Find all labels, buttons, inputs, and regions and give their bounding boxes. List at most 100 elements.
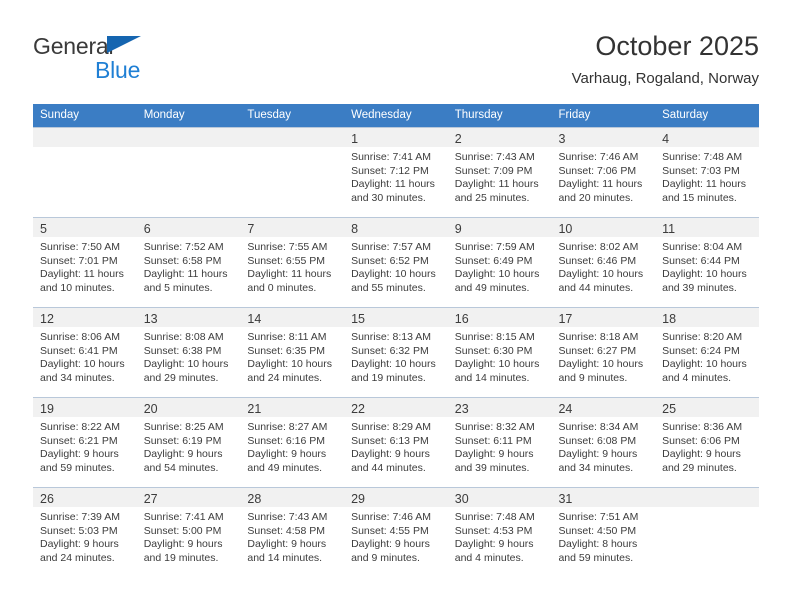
sunrise-text: Sunrise: 8:22 AM [40,421,120,433]
day-cell[interactable]: 22 Sunrise: 8:29 AM Sunset: 6:13 PM Dayligh… [344,397,448,488]
daylight-text-line1: Daylight: 11 hours [558,178,643,191]
day-cell[interactable] [240,127,345,218]
daylight-text-line1: Daylight: 9 hours [351,538,430,551]
sunset-text: Sunset: 6:41 PM [40,344,118,357]
daylight-text-line2: and 9 minutes. [558,371,628,384]
day-cell[interactable]: 9 Sunrise: 7:59 AM Sunset: 6:49 PM Daylight… [447,217,552,308]
day-number: 5 [40,222,47,236]
sunset-text: Sunset: 6:19 PM [143,434,222,447]
sunrise-text: Sunrise: 7:41 AM [351,151,432,163]
sunset-text: Sunset: 6:49 PM [454,254,533,267]
day-cell[interactable]: 21 Sunrise: 8:27 AM Sunset: 6:16 PM Dayligh… [240,397,345,488]
calendar-week-row: 26 Sunrise: 7:39 AM Sunset: 5:03 PM Dayligh… [33,487,759,577]
day-cell[interactable]: 8 Sunrise: 7:57 AM Sunset: 6:52 PM Daylight… [344,217,448,308]
sunset-text: Sunset: 6:16 PM [247,434,326,447]
day-cell[interactable]: 28 Sunrise: 7:43 AM Sunset: 4:58 PM Dayligh… [240,487,345,577]
day-cell[interactable]: 3 Sunrise: 7:46 AM Sunset: 7:06 PM Daylight… [551,127,656,218]
day-cell[interactable] [33,127,137,218]
sunrise-text: Sunrise: 7:48 AM [662,151,743,163]
day-cell[interactable]: 5 Sunrise: 7:50 AM Sunset: 7:01 PM Daylight… [33,217,137,308]
sunset-text: Sunset: 6:55 PM [247,254,326,267]
day-cell[interactable] [136,127,241,218]
daylight-text-line1: Daylight: 10 hours [558,358,644,371]
day-cell[interactable]: 11 Sunrise: 8:04 AM Sunset: 6:44 PM Dayligh… [655,217,759,308]
sunset-text: Sunset: 5:00 PM [143,524,222,537]
day-number: 16 [454,312,469,326]
sunset-text: Sunset: 7:03 PM [662,164,740,177]
day-cell[interactable]: 26 Sunrise: 7:39 AM Sunset: 5:03 PM Dayligh… [33,487,137,577]
day-cell[interactable]: 12 Sunrise: 8:06 AM Sunset: 6:41 PM Dayligh… [33,307,137,398]
day-number: 25 [662,402,677,416]
day-number: 2 [454,132,462,146]
day-cell[interactable]: 2 Sunrise: 7:43 AM Sunset: 7:09 PM Daylight… [447,127,552,218]
daylight-text-line2: and 39 minutes. [662,281,737,294]
sunrise-text: Sunrise: 7:48 AM [454,511,535,523]
day-cell[interactable]: 17 Sunrise: 8:18 AM Sunset: 6:27 PM Dayligh… [551,307,656,398]
day-number: 31 [558,492,573,506]
daylight-text-line1: Daylight: 9 hours [247,448,327,461]
daylight-text-line2: and 34 minutes. [558,461,634,474]
sunset-text: Sunset: 6:24 PM [662,344,740,357]
day-cell[interactable]: 19 Sunrise: 8:22 AM Sunset: 6:21 PM Dayligh… [33,397,137,488]
day-cell[interactable]: 14 Sunrise: 8:11 AM Sunset: 6:35 PM Dayligh… [240,307,345,398]
day-cell[interactable]: 7 Sunrise: 7:55 AM Sunset: 6:55 PM Daylight… [240,217,345,308]
sunrise-text: Sunrise: 7:41 AM [143,511,224,523]
day-number: 13 [143,312,158,326]
daylight-text-line2: and 59 minutes. [558,551,634,564]
day-cell[interactable]: 13 Sunrise: 8:08 AM Sunset: 6:38 PM Dayligh… [136,307,241,398]
day-cell[interactable]: 6 Sunrise: 7:52 AM Sunset: 6:58 PM Daylight… [136,217,241,308]
weekday-header-tuesday: Tuesday [240,104,345,128]
daylight-text-line2: and 29 minutes. [143,371,219,384]
day-number: 20 [143,402,158,416]
day-number: 10 [558,222,573,236]
sunrise-text: Sunrise: 8:11 AM [247,331,327,343]
day-number: 3 [558,132,566,146]
sunrise-sunset-calendar: Sunday Monday Tuesday Wednesday Thursday… [33,104,759,577]
calendar-page: General Blue October 2025 Varhaug, Rogal… [0,0,792,612]
day-cell[interactable]: 15 Sunrise: 8:13 AM Sunset: 6:32 PM Dayligh… [344,307,448,398]
day-number: 21 [247,402,262,416]
sunset-text: Sunset: 6:11 PM [454,434,532,447]
title-block: October 2025 Varhaug, Rogaland, Norway [572,30,759,88]
daylight-text-line2: and 24 minutes. [40,551,115,564]
daylight-text-line1: Daylight: 10 hours [351,358,436,371]
day-cell[interactable]: 18 Sunrise: 8:20 AM Sunset: 6:24 PM Dayligh… [655,307,759,398]
day-number: 28 [247,492,262,506]
daylight-text-line2: and 14 minutes. [247,551,323,564]
day-cell[interactable]: 25 Sunrise: 8:36 AM Sunset: 6:06 PM Dayligh… [655,397,759,488]
weekday-header-thursday: Thursday [447,104,552,128]
day-cell[interactable]: 31 Sunrise: 7:51 AM Sunset: 4:50 PM Dayligh… [551,487,656,577]
day-cell[interactable]: 16 Sunrise: 8:15 AM Sunset: 6:30 PM Dayligh… [447,307,552,398]
daylight-text-line1: Daylight: 10 hours [351,268,436,281]
daylight-text-line2: and 0 minutes. [247,281,317,294]
day-cell[interactable]: 30 Sunrise: 7:48 AM Sunset: 4:53 PM Dayligh… [447,487,552,577]
daylight-text-line1: Daylight: 11 hours [454,178,539,191]
daylight-text-line1: Daylight: 11 hours [351,178,435,191]
sunrise-text: Sunrise: 8:15 AM [454,331,535,343]
daylight-text-line1: Daylight: 9 hours [247,538,327,551]
day-cell[interactable] [655,487,759,577]
day-cell[interactable]: 4 Sunrise: 7:48 AM Sunset: 7:03 PM Daylight… [655,127,759,218]
daylight-text-line2: and 14 minutes. [454,371,530,384]
day-cell[interactable]: 29 Sunrise: 7:46 AM Sunset: 4:55 PM Dayligh… [344,487,448,577]
sunset-text: Sunset: 6:08 PM [558,434,637,447]
calendar-week-row: 19 Sunrise: 8:22 AM Sunset: 6:21 PM Dayligh… [33,397,759,488]
general-blue-logo: General Blue [33,35,233,95]
weekday-header-wednesday: Wednesday [344,104,448,128]
daylight-text-line2: and 15 minutes. [662,191,737,204]
sunset-text: Sunset: 6:21 PM [40,434,118,447]
sunrise-text: Sunrise: 8:36 AM [662,421,743,433]
daylight-text-line2: and 59 minutes. [40,461,115,474]
day-cell[interactable]: 1 Sunrise: 7:41 AM Sunset: 7:12 PM Daylight… [344,127,448,218]
day-cell[interactable]: 27 Sunrise: 7:41 AM Sunset: 5:00 PM Dayligh… [136,487,241,577]
page-subtitle: Varhaug, Rogaland, Norway [571,70,759,87]
sunrise-text: Sunrise: 8:06 AM [40,331,120,343]
day-cell[interactable]: 10 Sunrise: 8:02 AM Sunset: 6:46 PM Dayligh… [551,217,656,308]
day-cell[interactable]: 23 Sunrise: 8:32 AM Sunset: 6:11 PM Dayligh… [447,397,552,488]
day-number: 4 [662,132,670,146]
sunrise-text: Sunrise: 8:25 AM [143,421,224,433]
sunrise-text: Sunrise: 8:34 AM [558,421,639,433]
day-cell[interactable]: 24 Sunrise: 8:34 AM Sunset: 6:08 PM Dayligh… [551,397,656,488]
sunset-text: Sunset: 6:46 PM [558,254,637,267]
day-cell[interactable]: 20 Sunrise: 8:25 AM Sunset: 6:19 PM Dayligh… [136,397,241,488]
